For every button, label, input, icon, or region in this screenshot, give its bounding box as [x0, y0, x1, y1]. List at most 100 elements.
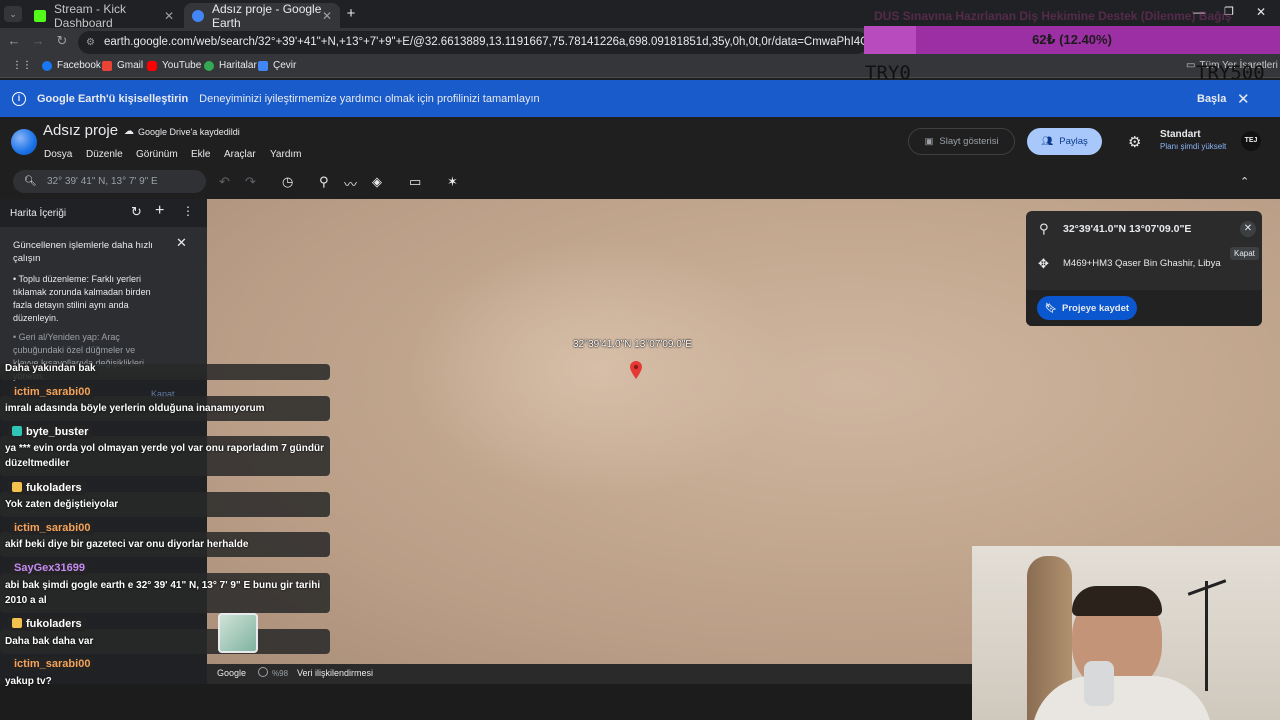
- measure-icon[interactable]: ▭: [409, 174, 421, 190]
- settings-icon[interactable]: ⚙: [1128, 133, 1141, 151]
- search-input[interactable]: 🔍︎ 32° 39' 41" N, 13° 7' 9" E: [13, 170, 206, 193]
- menu-help[interactable]: Yardım: [270, 149, 302, 160]
- layers-icon[interactable]: ◈: [372, 174, 382, 190]
- info-icon: i: [12, 91, 26, 106]
- history-icon[interactable]: ◷: [282, 174, 293, 190]
- menu-insert[interactable]: Ekle: [191, 149, 210, 160]
- bookmark-label: Çevir: [273, 60, 297, 71]
- avatar[interactable]: TEJ: [1241, 131, 1261, 151]
- bookmark-youtube[interactable]: YouTube: [147, 60, 201, 71]
- banner-title: Google Earth'ü kişiselleştirin: [37, 92, 189, 105]
- chat-message: yakup tv?: [5, 676, 52, 687]
- add-icon[interactable]: +: [155, 202, 164, 220]
- menu-file[interactable]: Dosya: [44, 149, 72, 160]
- bookmarks-bar: ⋮⋮ Facebook Gmail YouTube Haritalar Çevi…: [0, 56, 1280, 78]
- terrain-highlight: [407, 239, 787, 499]
- chat-username: fukoladers: [26, 618, 82, 630]
- collapse-toolbar-icon[interactable]: ⌃: [1240, 175, 1249, 188]
- satellite-icon[interactable]: ✶: [447, 174, 458, 190]
- chat-username: byte_buster: [26, 426, 89, 438]
- close-icon[interactable]: ✕: [1240, 221, 1256, 237]
- new-tab-icon[interactable]: +: [342, 5, 360, 22]
- url-text: earth.google.com/web/search/32°+39'+41"+…: [104, 36, 868, 48]
- close-icon[interactable]: ✕: [322, 9, 332, 23]
- reload-icon[interactable]: ↻: [53, 33, 71, 49]
- location-pin-icon[interactable]: [630, 361, 642, 381]
- translate-icon: [258, 60, 268, 71]
- google-earth-icon: [192, 9, 204, 22]
- maps-icon: [204, 60, 214, 71]
- banner-text: Deneyiminizi iyileştirmemize yardımcı ol…: [199, 92, 540, 105]
- chat-username: ictim_sarabi00: [10, 657, 95, 671]
- chat-username: ictim_sarabi00: [10, 521, 95, 535]
- draw-line-icon[interactable]: 〰: [344, 174, 357, 193]
- plus-code-text: M469+HM3 Qaser Bin Ghashir, Libya: [1063, 258, 1221, 269]
- site-info-icon[interactable]: ⚙: [86, 31, 95, 54]
- bookmark-maps[interactable]: Haritalar: [204, 60, 257, 71]
- tab-google-earth[interactable]: Adsız proje - Google Earth ✕: [184, 1, 340, 30]
- more-options-icon[interactable]: ⋮: [182, 204, 194, 218]
- chat-user-row: byte_buster: [8, 425, 93, 439]
- tab-title: Adsız proje - Google Earth: [212, 1, 322, 30]
- gmail-icon: [102, 60, 112, 71]
- chat-message: Daha bak daha var: [5, 636, 94, 647]
- add-placemark-icon[interactable]: ⚲: [319, 174, 329, 190]
- share-button[interactable]: 👥︎ Paylaş: [1027, 128, 1102, 155]
- banner-start-button[interactable]: Başla: [1197, 93, 1226, 105]
- redo-icon[interactable]: ↷: [245, 174, 256, 190]
- zoom-text: %98: [272, 669, 289, 678]
- tip-close-icon[interactable]: ✕: [176, 235, 187, 251]
- tip-heading: Güncellenen işlemlerle daha hızlı çalışı…: [13, 240, 153, 264]
- back-icon[interactable]: ←: [5, 33, 23, 48]
- bookmark-gmail[interactable]: Gmail: [102, 60, 143, 71]
- bookmark-label: Gmail: [117, 60, 144, 71]
- close-icon[interactable]: ✕: [164, 9, 174, 23]
- save-button-label: Projeye kaydet: [1061, 302, 1130, 314]
- refresh-icon[interactable]: ↻: [131, 204, 142, 220]
- chat-message: abi bak şimdi gogle earth e 32° 39' 41" …: [5, 580, 321, 606]
- panel-title: Harita İçeriği: [10, 208, 67, 219]
- apps-icon[interactable]: ⋮⋮: [12, 60, 32, 71]
- forward-icon[interactable]: →: [29, 33, 47, 48]
- microphone-icon: [1084, 661, 1114, 706]
- plan-upgrade-link[interactable]: Planı şimdi yükselt: [1160, 142, 1226, 151]
- people-icon: 👥︎: [1041, 136, 1054, 147]
- slideshow-button[interactable]: ▣ Slayt gösterisi: [908, 128, 1015, 155]
- plus-code-icon: ✥: [1038, 256, 1049, 271]
- chat-badge-icon: [12, 426, 22, 436]
- chat-user-row: fukoladers: [8, 481, 86, 495]
- map-type-thumbnail[interactable]: [218, 613, 258, 653]
- data-attribution-link[interactable]: Veri ilişkilendirmesi: [297, 668, 373, 678]
- chat-message: Daha yakından bak: [5, 363, 96, 374]
- streamer-hair: [1072, 586, 1162, 616]
- kick-icon: [34, 9, 46, 22]
- url-field[interactable]: ⚙ earth.google.com/web/search/32°+39'+41…: [78, 31, 868, 54]
- search-value: 32° 39' 41" N, 13° 7' 9" E: [47, 176, 158, 187]
- goal-progress-text: 62₺ (12.40%): [1032, 32, 1112, 47]
- undo-icon[interactable]: ↶: [219, 174, 230, 190]
- tab-title: Stream - Kick Dashboard: [54, 1, 127, 30]
- tab-search-icon[interactable]: ⌄: [4, 6, 22, 22]
- tab-kick-dashboard[interactable]: Stream - Kick Dashboard ✕: [26, 1, 182, 30]
- chat-badge-icon: [12, 618, 22, 628]
- menu-tools[interactable]: Araçlar: [224, 149, 256, 160]
- menu-edit[interactable]: Düzenle: [86, 149, 123, 160]
- youtube-icon: [147, 60, 157, 71]
- zoom-ring-icon: [258, 667, 268, 677]
- chat-username: ictim_sarabi00: [10, 385, 95, 399]
- cloud-check-icon: ☁: [124, 126, 134, 137]
- google-earth-logo: [11, 129, 37, 155]
- banner-close-icon[interactable]: ✕: [1237, 90, 1250, 108]
- chat-username: SayGex31699: [10, 561, 89, 575]
- bookmark-facebook[interactable]: Facebook: [42, 60, 101, 71]
- save-to-project-button[interactable]: 🔖︎ Projeye kaydet: [1037, 296, 1137, 320]
- bookmark-translate[interactable]: Çevir: [258, 60, 296, 71]
- goal-title: DUS Sınavına Hazırlanan Diş Hekimine Des…: [874, 9, 1232, 23]
- bookmark-label: YouTube: [162, 60, 202, 71]
- chat-user-row: fukoladers: [8, 617, 86, 631]
- menu-view[interactable]: Görünüm: [136, 149, 178, 160]
- tip-card: Güncellenen işlemlerle daha hızlı çalışı…: [0, 227, 207, 381]
- project-title[interactable]: Adsız proje: [43, 122, 118, 139]
- chat-message: ya *** evin orda yol olmayan yerde yol v…: [5, 443, 324, 469]
- personalize-banner: i Google Earth'ü kişiselleştirin Deneyim…: [0, 80, 1280, 117]
